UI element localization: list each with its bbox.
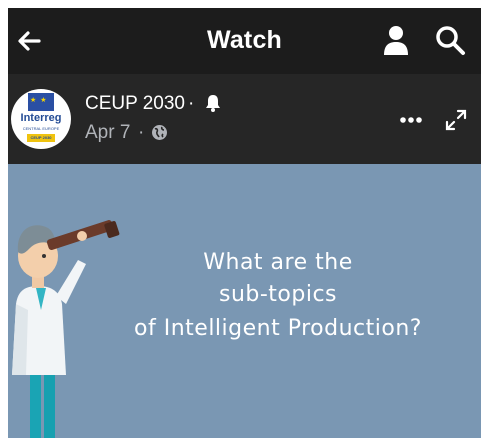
video-caption-line: sub-topics bbox=[218, 282, 338, 307]
globe-icon bbox=[152, 125, 167, 140]
eu-flag-icon bbox=[28, 93, 54, 111]
post-header: Interreg CENTRAL EUROPE CEUP 2030 CEUP 2… bbox=[8, 74, 481, 164]
app-bar: Watch bbox=[8, 8, 481, 74]
video-player[interactable]: What are the sub-topics of Intelligent P… bbox=[8, 164, 481, 438]
avatar[interactable]: Interreg CENTRAL EUROPE CEUP 2030 bbox=[11, 89, 71, 149]
bell-icon[interactable] bbox=[205, 94, 221, 112]
separator-dot: · bbox=[188, 93, 195, 114]
avatar-brand: Interreg bbox=[20, 112, 62, 124]
more-horizontal-icon[interactable] bbox=[399, 116, 423, 124]
search-icon[interactable] bbox=[434, 24, 466, 56]
user-icon[interactable] bbox=[381, 24, 411, 56]
expand-icon[interactable] bbox=[444, 108, 468, 132]
separator-dot: · bbox=[138, 122, 145, 143]
avatar-tag: CEUP 2030 bbox=[27, 134, 55, 142]
video-caption-line: What are the bbox=[203, 250, 353, 275]
watch-screen: Watch Interreg CENTRAL EUROPE CEUP 2030 … bbox=[8, 8, 481, 438]
video-caption-line: of Intelligent Production? bbox=[134, 316, 422, 341]
avatar-subtitle: CENTRAL EUROPE bbox=[22, 126, 60, 131]
post-date[interactable]: Apr 7 bbox=[85, 122, 130, 144]
page-name-link[interactable]: CEUP 2030 bbox=[85, 93, 185, 115]
